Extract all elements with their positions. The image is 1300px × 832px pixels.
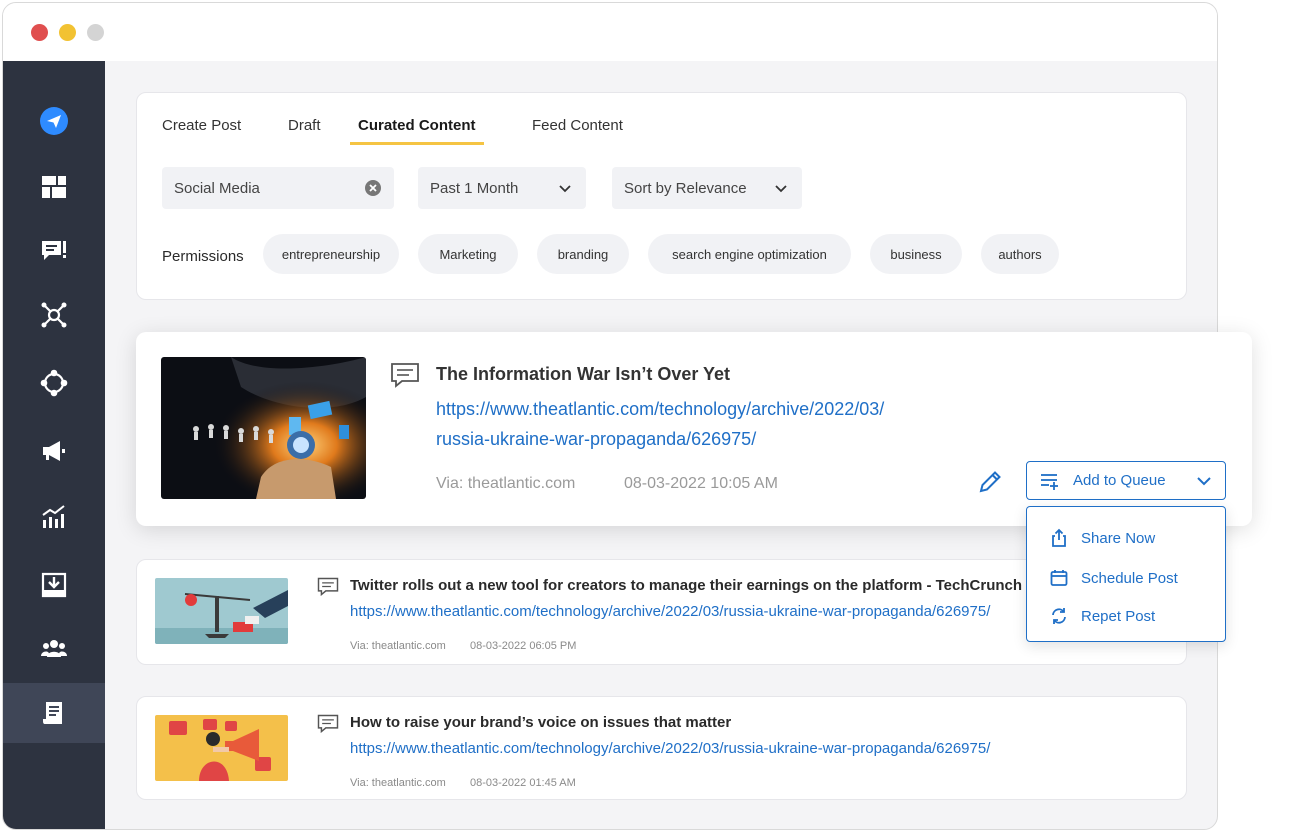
post-title: Twitter rolls out a new tool for creator… — [350, 577, 1023, 594]
schedule-post-menu-item[interactable]: Schedule Post — [1049, 566, 1178, 590]
post-source: Via: theatlantic.com — [350, 640, 446, 652]
sort-value: Sort by Relevance — [624, 179, 747, 197]
permission-chip[interactable]: business — [870, 234, 962, 274]
add-to-queue-label: Add to Queue — [1073, 472, 1166, 489]
minimize-window-button[interactable] — [59, 24, 76, 41]
repeat-icon — [1052, 608, 1066, 624]
tab-curated-content[interactable]: Curated Content — [350, 117, 484, 145]
sidebar-item-downloads[interactable] — [3, 555, 105, 615]
search-value: Social Media — [174, 179, 260, 197]
clear-icon[interactable] — [364, 179, 382, 197]
document-icon — [43, 702, 62, 724]
sidebar-item-share[interactable] — [3, 353, 105, 413]
sort-select[interactable]: Sort by Relevance — [612, 167, 802, 209]
chevron-down-icon — [559, 185, 571, 193]
queue-list-icon — [1041, 473, 1058, 490]
sidebar-item-team[interactable] — [3, 619, 105, 679]
send-icon — [40, 107, 68, 135]
megaphone-icon — [43, 441, 65, 461]
permissions-label: Permissions — [162, 248, 244, 265]
add-to-queue-button[interactable]: Add to Queue — [1026, 461, 1226, 500]
sidebar-item-campaigns[interactable] — [3, 421, 105, 481]
filter-panel: Create Post Draft Curated Content Feed C… — [136, 92, 1187, 300]
share-upload-icon — [1052, 528, 1066, 547]
sidebar-item-dashboard[interactable] — [3, 157, 105, 217]
post-title: How to raise your brand’s voice on issue… — [350, 714, 732, 731]
tab-create-post[interactable]: Create Post — [162, 117, 241, 142]
post-link[interactable]: https://www.theatlantic.com/technology/a… — [350, 740, 990, 757]
post-date: 08-03-2022 06:05 PM — [470, 640, 577, 652]
permission-chip[interactable]: Marketing — [418, 234, 518, 274]
permission-chip[interactable]: entrepreneurship — [263, 234, 399, 274]
team-icon — [41, 640, 67, 657]
message-icon — [391, 363, 419, 388]
repeat-post-menu-item[interactable]: Repet Post — [1049, 604, 1155, 628]
post-source: Via: theatlantic.com — [350, 777, 446, 789]
close-window-button[interactable] — [31, 24, 48, 41]
tab-feed-content[interactable]: Feed Content — [532, 117, 623, 142]
post-link[interactable]: https://www.theatlantic.com/technology/a… — [350, 603, 990, 620]
queue-dropdown-menu: Share Now Schedule Post Repet Post — [1026, 506, 1226, 642]
dashboard-icon — [42, 176, 66, 198]
post-link-line[interactable]: russia-ukraine-war-propaganda/626975/ — [436, 424, 996, 454]
message-icon — [317, 577, 339, 596]
calendar-icon — [1050, 570, 1068, 586]
post-thumbnail — [155, 715, 288, 781]
menu-item-label: Repet Post — [1081, 607, 1156, 625]
title-bar — [3, 3, 1217, 61]
time-range-select[interactable]: Past 1 Month — [418, 167, 586, 209]
post-link[interactable]: https://www.theatlantic.com/technology/a… — [436, 394, 996, 454]
post-source: Via: theatlantic.com — [436, 475, 576, 492]
download-icon — [41, 572, 67, 598]
search-input[interactable]: Social Media — [162, 167, 394, 209]
sidebar-item-network[interactable] — [3, 285, 105, 345]
comment-icon — [42, 241, 66, 260]
featured-post-card: The Information War Isn’t Over Yet https… — [136, 332, 1252, 526]
share-icon — [40, 369, 68, 397]
chevron-down-icon — [775, 185, 787, 193]
post-title: The Information War Isn’t Over Yet — [436, 364, 731, 384]
sidebar-item-analytics[interactable] — [3, 487, 105, 547]
permission-chip[interactable]: authors — [981, 234, 1059, 274]
message-icon — [317, 714, 339, 733]
maximize-window-button[interactable] — [87, 24, 104, 41]
post-thumbnail — [161, 357, 366, 499]
post-date: 08-03-2022 10:05 AM — [624, 475, 778, 492]
menu-item-label: Schedule Post — [1081, 569, 1178, 587]
share-now-menu-item[interactable]: Share Now — [1049, 526, 1155, 550]
permission-chip[interactable]: branding — [537, 234, 629, 274]
chevron-down-icon — [1197, 476, 1211, 485]
edit-pencil-icon[interactable] — [976, 468, 1004, 496]
analytics-icon — [42, 505, 65, 528]
sidebar-item-comments[interactable] — [3, 221, 105, 281]
post-link-line[interactable]: https://www.theatlantic.com/technology/a… — [436, 394, 996, 424]
permission-chip[interactable]: search engine optimization — [648, 234, 851, 274]
post-thumbnail — [155, 578, 288, 644]
time-range-value: Past 1 Month — [430, 179, 519, 197]
sidebar-item-publish[interactable] — [3, 91, 105, 151]
tab-draft[interactable]: Draft — [288, 117, 321, 142]
post-date: 08-03-2022 01:45 AM — [470, 777, 576, 789]
sidebar — [3, 61, 105, 829]
sidebar-item-content[interactable] — [3, 683, 105, 743]
post-card: How to raise your brand’s voice on issue… — [136, 696, 1187, 800]
menu-item-label: Share Now — [1081, 529, 1156, 547]
network-icon — [41, 302, 67, 328]
